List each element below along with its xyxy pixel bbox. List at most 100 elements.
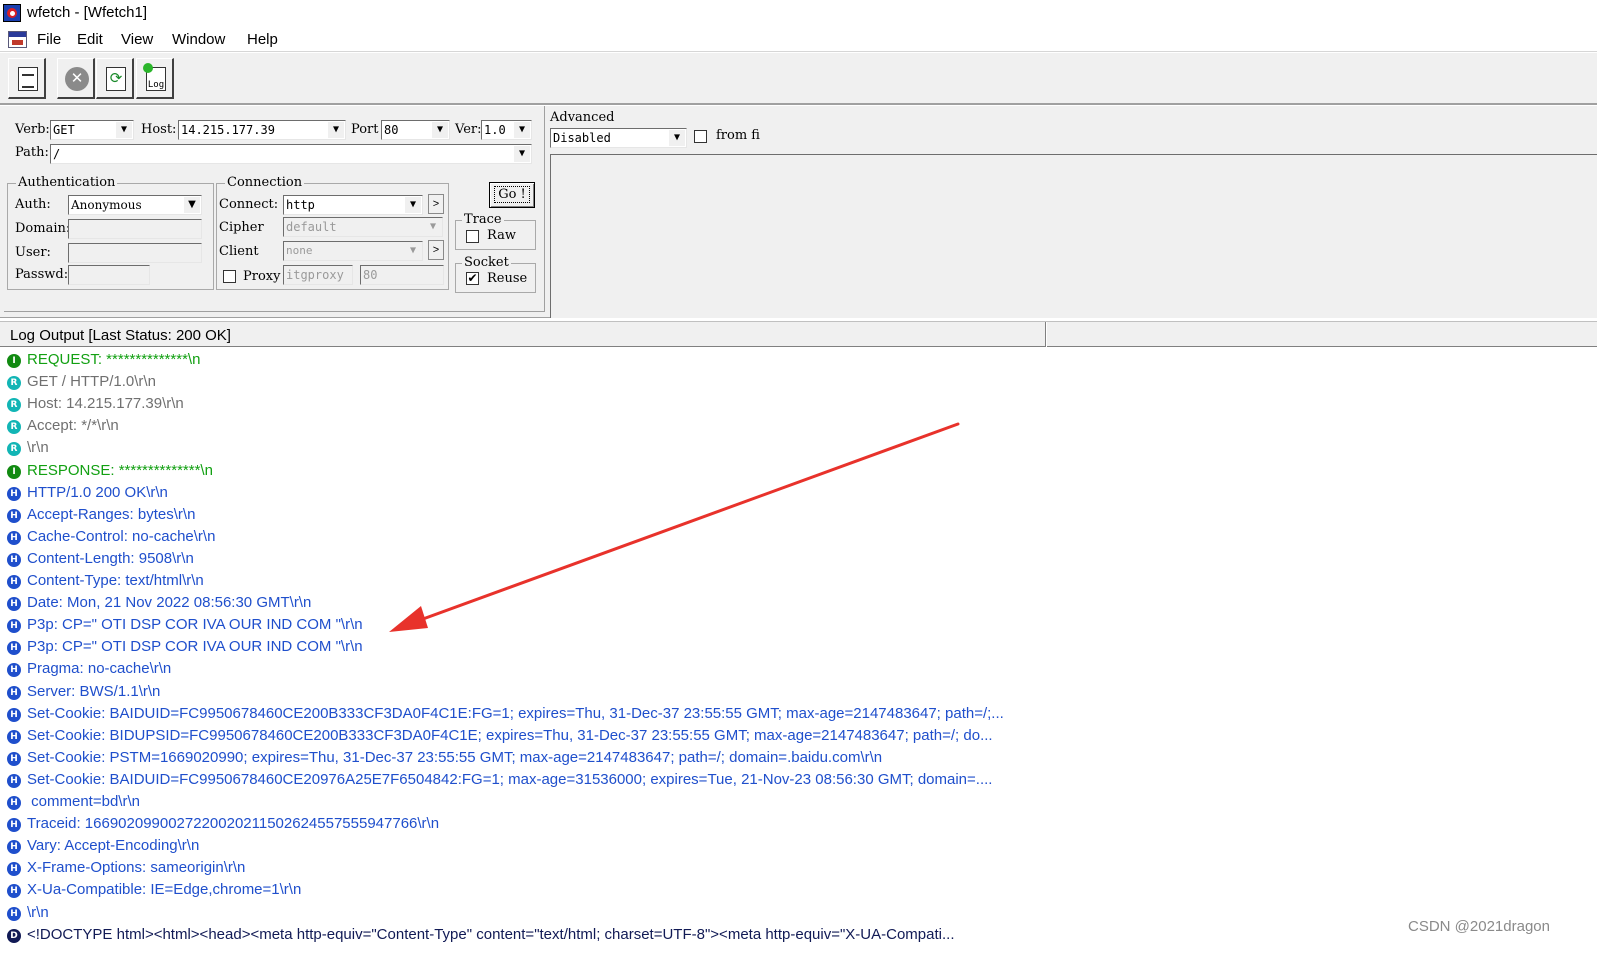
log-line[interactable]: H \r\n bbox=[7, 902, 49, 924]
menu-view[interactable]: View bbox=[121, 31, 153, 48]
log-line[interactable]: H Set-Cookie: PSTM=1669020990; expires=Th… bbox=[7, 747, 882, 769]
log-line[interactable]: H Content-Type: text/html\r\n bbox=[7, 570, 204, 592]
log-line[interactable]: H Server: BWS/1.1\r\n bbox=[7, 681, 160, 703]
verb-select[interactable]: GET ▼ bbox=[50, 120, 134, 140]
verb-value: GET bbox=[53, 123, 75, 137]
mdi-document-icon[interactable] bbox=[8, 31, 27, 48]
password-field[interactable] bbox=[68, 265, 150, 285]
log-line[interactable]: H Accept-Ranges: bytes\r\n bbox=[7, 504, 195, 526]
log-line-text: P3p: CP=" OTI DSP COR IVA OUR IND COM "\… bbox=[27, 638, 363, 656]
log-line-text: \r\n bbox=[27, 903, 49, 921]
log-line[interactable]: R \r\n bbox=[7, 437, 49, 459]
log-line[interactable]: H P3p: CP=" OTI DSP COR IVA OUR IND COM "… bbox=[7, 614, 363, 636]
advanced-editor[interactable] bbox=[550, 154, 1597, 318]
log-type-r-icon: R bbox=[7, 376, 21, 391]
chevron-down-icon[interactable]: ▼ bbox=[328, 122, 344, 138]
log-line[interactable]: H Set-Cookie: BAIDUID=FC9950678460CE20976… bbox=[7, 769, 992, 791]
log-line[interactable]: H Vary: Accept-Encoding\r\n bbox=[7, 835, 199, 857]
log-line-text: Set-Cookie: BIDUPSID=FC9950678460CE200B3… bbox=[27, 726, 993, 744]
log-output-title: Log Output [Last Status: 200 OK] bbox=[10, 327, 231, 344]
proxy-port-value: 80 bbox=[363, 268, 378, 282]
stop-icon: ✕ bbox=[65, 67, 89, 91]
advanced-select[interactable]: Disabled ▼ bbox=[550, 128, 687, 148]
log-line[interactable]: H Traceid: 166902099002722002021150262455… bbox=[7, 813, 439, 835]
chevron-down-icon[interactable]: ▼ bbox=[425, 219, 441, 235]
client-select[interactable]: none ▼ bbox=[283, 241, 423, 261]
path-value: / bbox=[53, 147, 61, 161]
toolbar: ✕ ⟳ Log bbox=[0, 53, 1597, 105]
log-line[interactable]: H Content-Length: 9508\r\n bbox=[7, 548, 194, 570]
client-more-button[interactable]: > bbox=[428, 240, 444, 260]
log-line[interactable]: I RESPONSE: **************\n bbox=[7, 460, 213, 482]
log-line[interactable]: H Cache-Control: no-cache\r\n bbox=[7, 526, 215, 548]
go-button[interactable]: Go ! bbox=[489, 182, 535, 208]
proxy-host-field[interactable]: itgproxy bbox=[283, 265, 353, 285]
chevron-down-icon[interactable]: ▼ bbox=[432, 122, 448, 138]
chevron-down-icon[interactable]: ▼ bbox=[116, 122, 132, 138]
domain-field[interactable] bbox=[68, 219, 202, 239]
proxy-port-field[interactable]: 80 bbox=[360, 265, 444, 285]
path-combo[interactable]: / ▼ bbox=[50, 144, 532, 164]
request-panel: Verb: GET ▼ Host: 14.215.177.39 ▼ Port 8… bbox=[0, 106, 1597, 318]
stop-button[interactable]: ✕ bbox=[57, 58, 95, 99]
log-line-text: Accept: */*\r\n bbox=[27, 417, 119, 435]
log-line[interactable]: R GET / HTTP/1.0\r\n bbox=[7, 371, 156, 393]
connect-more-button[interactable]: > bbox=[428, 194, 444, 214]
log-line[interactable]: H comment=bd\r\n bbox=[7, 791, 140, 813]
log-type-r-icon: R bbox=[7, 420, 21, 435]
menu-file[interactable]: File bbox=[37, 31, 61, 48]
port-combo[interactable]: 80 ▼ bbox=[381, 120, 450, 140]
log-button[interactable]: Log bbox=[136, 58, 174, 99]
menu-edit[interactable]: Edit bbox=[77, 31, 103, 48]
log-type-r-icon: R bbox=[7, 398, 21, 413]
log-line[interactable]: H Date: Mon, 21 Nov 2022 08:56:30 GMT\r\n bbox=[7, 592, 311, 614]
user-field[interactable] bbox=[68, 243, 202, 263]
user-label: User: bbox=[15, 245, 51, 260]
chevron-down-icon[interactable]: ▼ bbox=[405, 197, 421, 213]
log-output-list[interactable]: I REQUEST: **************\n R GET / HTTP/1.… bbox=[0, 348, 1597, 965]
cipher-value: default bbox=[286, 220, 337, 234]
raw-checkbox[interactable] bbox=[466, 230, 479, 243]
menu-bar: File Edit View Window Help bbox=[0, 28, 1597, 52]
connect-select[interactable]: http ▼ bbox=[283, 195, 423, 215]
auth-label: Auth: bbox=[15, 197, 51, 212]
log-line[interactable]: D <!DOCTYPE html><html><head><meta http-e… bbox=[7, 924, 954, 946]
connect-value: http bbox=[286, 198, 315, 212]
proxy-checkbox[interactable] bbox=[223, 270, 236, 283]
menu-help[interactable]: Help bbox=[247, 31, 278, 48]
from-file-checkbox[interactable] bbox=[694, 130, 707, 143]
log-header-divider[interactable] bbox=[1045, 322, 1047, 347]
log-line[interactable]: I REQUEST: **************\n bbox=[7, 349, 200, 371]
new-request-button[interactable] bbox=[8, 58, 46, 99]
log-line[interactable]: R Accept: */*\r\n bbox=[7, 415, 119, 437]
log-line[interactable]: H Set-Cookie: BIDUPSID=FC9950678460CE200B… bbox=[7, 725, 993, 747]
chevron-down-icon[interactable]: ▼ bbox=[514, 146, 530, 162]
refresh-button[interactable]: ⟳ bbox=[96, 58, 134, 99]
log-line-text: RESPONSE: **************\n bbox=[27, 461, 213, 479]
log-line[interactable]: H X-Ua-Compatible: IE=Edge,chrome=1\r\n bbox=[7, 879, 301, 901]
client-value: none bbox=[286, 244, 313, 257]
chevron-down-icon[interactable]: ▼ bbox=[514, 122, 530, 138]
chevron-down-icon[interactable]: ▼ bbox=[405, 243, 421, 259]
chevron-down-icon[interactable]: ▼ bbox=[184, 197, 200, 213]
log-line[interactable]: R Host: 14.215.177.39\r\n bbox=[7, 393, 184, 415]
menu-window[interactable]: Window bbox=[172, 31, 225, 48]
log-line[interactable]: H HTTP/1.0 200 OK\r\n bbox=[7, 482, 168, 504]
cipher-select[interactable]: default ▼ bbox=[283, 217, 443, 237]
host-label: Host: bbox=[141, 122, 177, 137]
log-line[interactable]: H P3p: CP=" OTI DSP COR IVA OUR IND COM "… bbox=[7, 636, 363, 658]
auth-select[interactable]: Anonymous ▼ bbox=[68, 195, 202, 215]
host-combo[interactable]: 14.215.177.39 ▼ bbox=[178, 120, 346, 140]
reuse-checkbox[interactable]: ✔ bbox=[466, 272, 479, 285]
version-select[interactable]: 1.0 ▼ bbox=[481, 120, 532, 140]
refresh-icon: ⟳ bbox=[106, 67, 126, 91]
log-line[interactable]: H Pragma: no-cache\r\n bbox=[7, 658, 171, 680]
log-line-text: Content-Type: text/html\r\n bbox=[27, 572, 204, 589]
log-type-h-icon: H bbox=[7, 552, 21, 567]
log-line[interactable]: H Set-Cookie: BAIDUID=FC9950678460CE200B3… bbox=[7, 703, 1004, 725]
log-type-h-icon: H bbox=[7, 818, 21, 833]
proxy-host-value: itgproxy bbox=[286, 268, 344, 282]
log-line[interactable]: H X-Frame-Options: sameorigin\r\n bbox=[7, 857, 245, 879]
wfetch-app-icon[interactable] bbox=[3, 4, 21, 22]
chevron-down-icon[interactable]: ▼ bbox=[669, 130, 685, 146]
